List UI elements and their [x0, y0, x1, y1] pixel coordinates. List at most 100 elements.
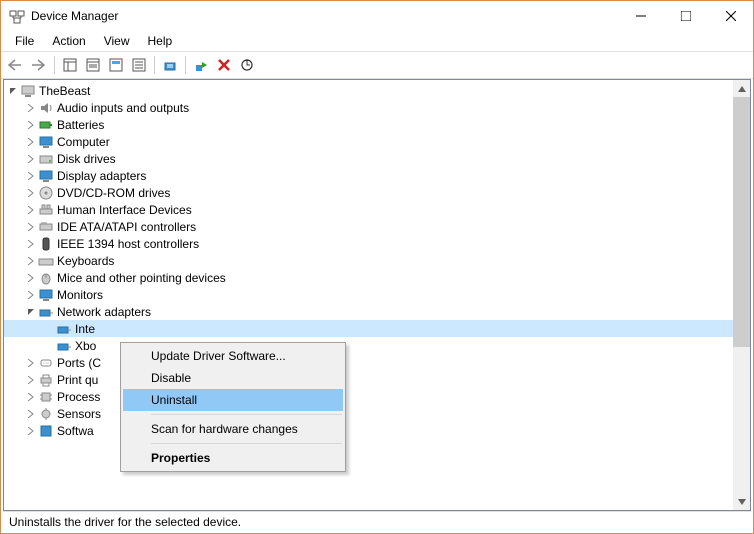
- context-menu-uninstall[interactable]: Uninstall: [123, 389, 343, 411]
- tree-root[interactable]: TheBeast: [4, 82, 733, 99]
- mouse-icon: [38, 270, 54, 286]
- chevron-right-icon[interactable]: [24, 121, 38, 129]
- properties-button[interactable]: [82, 54, 104, 76]
- statusbar: Uninstalls the driver for the selected d…: [3, 511, 751, 533]
- chevron-down-icon[interactable]: [24, 308, 38, 316]
- context-menu-disable[interactable]: Disable: [123, 367, 343, 389]
- window-title: Device Manager: [31, 9, 618, 23]
- keyboard-icon: [38, 253, 54, 269]
- app-icon: [9, 8, 25, 24]
- software-icon: [38, 423, 54, 439]
- titlebar: Device Manager: [1, 1, 753, 31]
- context-menu-update-driver[interactable]: Update Driver Software...: [123, 345, 343, 367]
- device-tree[interactable]: TheBeast Audio inputs and outputs Batter…: [4, 80, 733, 510]
- device-manager-window: Device Manager File Action View Help: [0, 0, 754, 534]
- window-controls: [618, 2, 753, 30]
- context-menu-separator: [151, 443, 342, 444]
- context-menu: Update Driver Software... Disable Uninst…: [120, 342, 346, 472]
- chevron-right-icon[interactable]: [24, 359, 38, 367]
- update-driver-button[interactable]: [159, 54, 181, 76]
- minimize-button[interactable]: [618, 2, 663, 30]
- context-menu-scan[interactable]: Scan for hardware changes: [123, 418, 343, 440]
- chevron-right-icon[interactable]: [24, 427, 38, 435]
- scan-hardware-button[interactable]: [236, 54, 258, 76]
- tree-node-processors[interactable]: Process: [4, 388, 733, 405]
- menu-help[interactable]: Help: [140, 33, 181, 49]
- firewire-icon: [38, 236, 54, 252]
- menu-file[interactable]: File: [7, 33, 42, 49]
- show-hide-tree-button[interactable]: [59, 54, 81, 76]
- menubar: File Action View Help: [1, 31, 753, 51]
- chevron-right-icon[interactable]: [24, 393, 38, 401]
- network-icon: [56, 338, 72, 354]
- context-menu-separator: [151, 414, 342, 415]
- tree-node-sensors[interactable]: Sensors: [4, 405, 733, 422]
- network-icon: [38, 304, 54, 320]
- hid-icon: [38, 202, 54, 218]
- tree-node-dvd[interactable]: DVD/CD-ROM drives: [4, 184, 733, 201]
- computer-icon: [20, 83, 36, 99]
- chevron-right-icon[interactable]: [24, 155, 38, 163]
- tree-leaf-network-intel[interactable]: Inte: [4, 320, 733, 337]
- port-icon: [38, 355, 54, 371]
- tree-node-audio[interactable]: Audio inputs and outputs: [4, 99, 733, 116]
- network-icon: [56, 321, 72, 337]
- tree-node-print-queues[interactable]: Print qu: [4, 371, 733, 388]
- tree-node-disk-drives[interactable]: Disk drives: [4, 150, 733, 167]
- tree-node-display-adapters[interactable]: Display adapters: [4, 167, 733, 184]
- menu-action[interactable]: Action: [44, 33, 93, 49]
- tree-node-ports[interactable]: Ports (C: [4, 354, 733, 371]
- monitor-icon: [38, 134, 54, 150]
- dvd-icon: [38, 185, 54, 201]
- battery-icon: [38, 117, 54, 133]
- toolbar-separator: [185, 56, 186, 74]
- maximize-button[interactable]: [663, 2, 708, 30]
- tree-node-keyboards[interactable]: Keyboards: [4, 252, 733, 269]
- tree-node-network-adapters[interactable]: Network adapters: [4, 303, 733, 320]
- chevron-right-icon[interactable]: [24, 257, 38, 265]
- tree-leaf-network-xbox[interactable]: Xbo: [4, 337, 733, 354]
- vertical-scrollbar[interactable]: [733, 80, 750, 510]
- monitor-icon: [38, 287, 54, 303]
- chevron-right-icon[interactable]: [24, 206, 38, 214]
- content-area: TheBeast Audio inputs and outputs Batter…: [3, 79, 751, 511]
- tree-node-monitors[interactable]: Monitors: [4, 286, 733, 303]
- close-button[interactable]: [708, 2, 753, 30]
- menu-view[interactable]: View: [96, 33, 138, 49]
- scrollbar-thumb[interactable]: [733, 97, 750, 347]
- tree-node-hid[interactable]: Human Interface Devices: [4, 201, 733, 218]
- chevron-right-icon[interactable]: [24, 410, 38, 418]
- display-adapter-icon: [38, 168, 54, 184]
- cpu-icon: [38, 389, 54, 405]
- toolbar: [1, 51, 753, 79]
- status-text: Uninstalls the driver for the selected d…: [9, 515, 241, 529]
- scroll-down-button[interactable]: [733, 493, 750, 510]
- chevron-right-icon[interactable]: [24, 172, 38, 180]
- tree-node-mice[interactable]: Mice and other pointing devices: [4, 269, 733, 286]
- detail-button[interactable]: [128, 54, 150, 76]
- help-button[interactable]: [105, 54, 127, 76]
- forward-button[interactable]: [28, 54, 50, 76]
- chevron-right-icon[interactable]: [24, 376, 38, 384]
- tree-node-computer[interactable]: Computer: [4, 133, 733, 150]
- chevron-right-icon[interactable]: [24, 138, 38, 146]
- chevron-right-icon[interactable]: [24, 104, 38, 112]
- tree-node-ide[interactable]: IDE ATA/ATAPI controllers: [4, 218, 733, 235]
- back-button[interactable]: [5, 54, 27, 76]
- sensor-icon: [38, 406, 54, 422]
- chevron-right-icon[interactable]: [24, 189, 38, 197]
- scroll-up-button[interactable]: [733, 80, 750, 97]
- chevron-right-icon[interactable]: [24, 274, 38, 282]
- tree-node-software[interactable]: Softwa: [4, 422, 733, 439]
- tree-node-ieee1394[interactable]: IEEE 1394 host controllers: [4, 235, 733, 252]
- tree-node-batteries[interactable]: Batteries: [4, 116, 733, 133]
- disk-icon: [38, 151, 54, 167]
- enable-button[interactable]: [190, 54, 212, 76]
- chevron-right-icon[interactable]: [24, 291, 38, 299]
- uninstall-button[interactable]: [213, 54, 235, 76]
- chevron-right-icon[interactable]: [24, 240, 38, 248]
- context-menu-properties[interactable]: Properties: [123, 447, 343, 469]
- chevron-down-icon[interactable]: [6, 87, 20, 95]
- speaker-icon: [38, 100, 54, 116]
- chevron-right-icon[interactable]: [24, 223, 38, 231]
